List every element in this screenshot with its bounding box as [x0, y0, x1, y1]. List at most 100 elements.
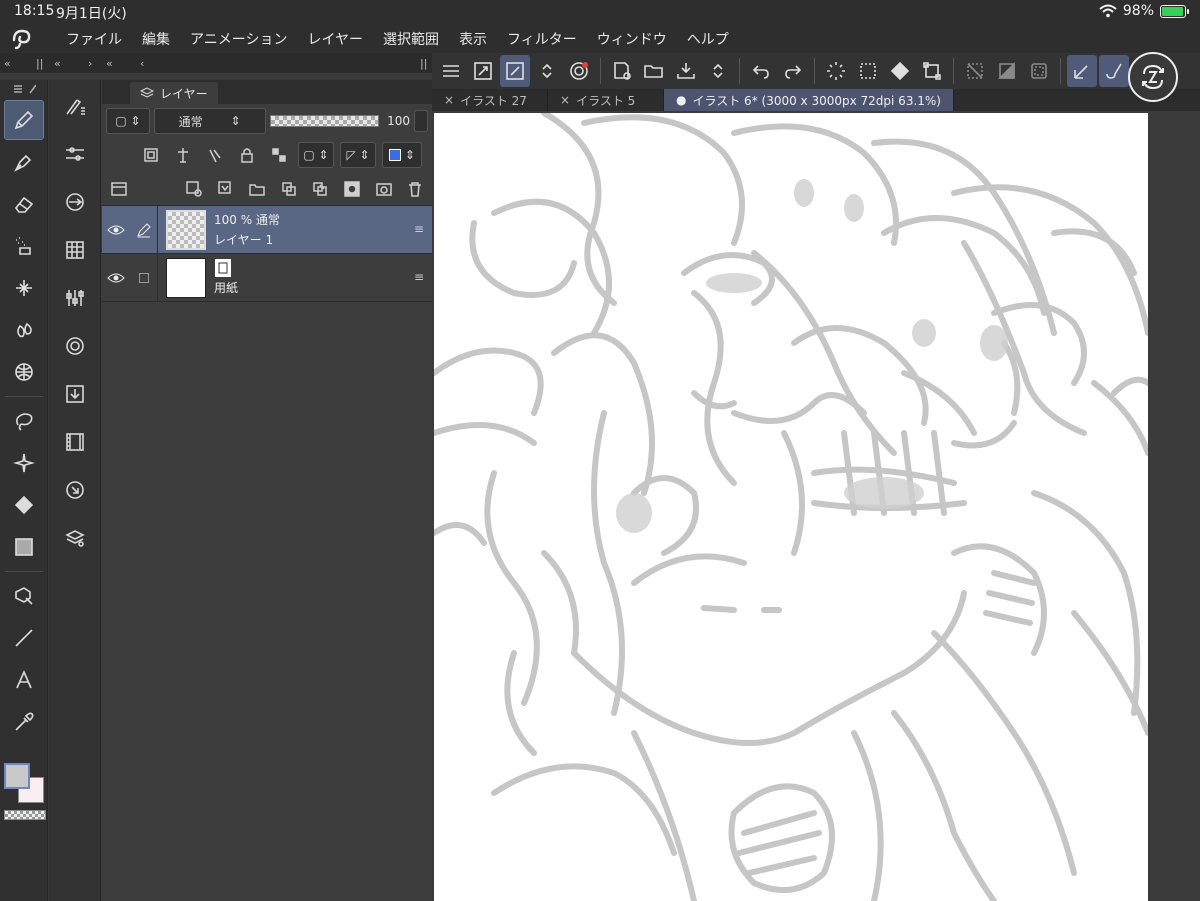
main-color-swatch[interactable]	[4, 763, 30, 789]
layer-row[interactable]: 用紙 ≡	[102, 253, 432, 302]
eye-icon[interactable]	[102, 272, 130, 284]
layer-row[interactable]: 100 % 通常 レイヤー 1 ≡	[102, 205, 432, 254]
transfer-down-icon[interactable]	[276, 176, 302, 202]
menu-edit[interactable]: 編集	[132, 29, 180, 49]
color-set-icon[interactable]	[55, 180, 95, 224]
layer-color-select[interactable]: ▢ ⇕	[106, 108, 150, 134]
tab-layer[interactable]: レイヤー	[130, 82, 218, 104]
new-canvas-icon[interactable]	[607, 55, 637, 87]
menu-file[interactable]: ファイル	[56, 29, 132, 49]
delete-layer-icon[interactable]	[402, 176, 428, 202]
select-all-icon[interactable]	[853, 55, 883, 87]
new-raster-layer-icon[interactable]	[181, 176, 207, 202]
transparent-color-swatch[interactable]	[4, 810, 46, 820]
expand-selection-icon[interactable]	[1024, 55, 1054, 87]
draft-layer-icon[interactable]	[202, 142, 228, 168]
layer-property-icon[interactable]	[55, 516, 95, 560]
deselect-icon[interactable]	[960, 55, 990, 87]
fountain-pen-tool[interactable]	[4, 142, 44, 182]
loading-icon[interactable]	[821, 55, 851, 87]
layer-menu-handle-icon[interactable]: ≡	[414, 222, 424, 236]
decoration-tool[interactable]	[4, 268, 44, 308]
brush-settings-icon[interactable]	[55, 84, 95, 128]
chevron-updown-icon[interactable]	[703, 55, 733, 87]
layer-menu-icon[interactable]	[106, 176, 132, 202]
layer-color-swatch[interactable]: ⇕	[382, 142, 422, 168]
blend-mode-select[interactable]: 通常 ⇕	[153, 108, 266, 134]
open-file-icon[interactable]	[639, 55, 669, 87]
menu-filter[interactable]: フィルター	[497, 29, 587, 49]
opacity-slider[interactable]	[269, 115, 380, 127]
tab-document-2[interactable]: × イラスト 5	[548, 89, 664, 111]
layer-mask-icon[interactable]	[339, 176, 365, 202]
eraser-tool[interactable]	[4, 184, 44, 224]
menu-animation[interactable]: アニメーション	[180, 29, 297, 49]
undo-icon[interactable]	[746, 55, 776, 87]
gradient-tool[interactable]	[4, 527, 44, 567]
layer-checkbox[interactable]	[130, 253, 158, 302]
eye-icon[interactable]	[102, 224, 130, 236]
pen-edit-icon	[130, 205, 158, 254]
text-tool[interactable]	[4, 660, 44, 700]
slider-settings-icon[interactable]	[55, 276, 95, 320]
redo-icon[interactable]	[778, 55, 808, 87]
menu-view[interactable]: 表示	[449, 29, 497, 49]
apply-mask-icon[interactable]	[371, 176, 397, 202]
menu-window[interactable]: ウィンドウ	[587, 29, 677, 49]
line-tool[interactable]	[4, 618, 44, 658]
clip-layer-icon[interactable]	[138, 142, 164, 168]
svg-text:«: «	[106, 57, 113, 70]
menu-layer[interactable]: レイヤー	[297, 29, 373, 49]
mask-select[interactable]: ▢ ⇕	[298, 142, 334, 168]
transform-icon[interactable]	[917, 55, 947, 87]
eyedropper-tool[interactable]	[4, 702, 44, 742]
color-palette-icon[interactable]	[55, 228, 95, 272]
reference-layer-icon[interactable]	[170, 142, 196, 168]
modified-dot-icon: ●	[676, 93, 687, 107]
timeline-icon[interactable]	[55, 420, 95, 464]
merge-down-icon[interactable]	[308, 176, 334, 202]
tool-property-icon[interactable]	[55, 132, 95, 176]
invert-selection-icon[interactable]	[992, 55, 1022, 87]
save-icon[interactable]	[671, 55, 701, 87]
new-vector-layer-icon[interactable]	[213, 176, 239, 202]
menu-icon[interactable]	[436, 55, 466, 87]
brush-settings-icon[interactable]	[1099, 55, 1129, 87]
layers-icon	[140, 87, 154, 98]
opacity-stepper[interactable]	[414, 110, 428, 132]
import-icon[interactable]	[55, 372, 95, 416]
chevron-updown-icon[interactable]	[532, 55, 562, 87]
fill-bucket-icon[interactable]	[885, 55, 915, 87]
app-logo-icon[interactable]	[0, 28, 44, 50]
snap-icon[interactable]	[500, 55, 530, 87]
fill-tool[interactable]	[4, 485, 44, 525]
snap-ruler-icon[interactable]	[1067, 55, 1097, 87]
auto-select-tool[interactable]	[4, 443, 44, 483]
status-date: 9月1日(火)	[56, 6, 127, 22]
color-mixing-icon[interactable]	[564, 55, 594, 87]
drawing-canvas[interactable]	[434, 113, 1148, 901]
lock-transparent-icon[interactable]	[266, 142, 292, 168]
menu-help[interactable]: ヘルプ	[677, 29, 739, 49]
layer-menu-handle-icon[interactable]: ≡	[414, 270, 424, 284]
quick-access-icon[interactable]	[55, 468, 95, 512]
rotate-view-button[interactable]	[1128, 52, 1178, 102]
close-icon[interactable]: ×	[444, 93, 454, 107]
pen-tool[interactable]	[4, 100, 44, 140]
lasso-tool[interactable]	[4, 401, 44, 441]
checkbox-square-icon	[138, 272, 149, 283]
perspective-ruler-tool[interactable]	[4, 352, 44, 392]
new-folder-icon[interactable]	[244, 176, 270, 202]
navigator-icon[interactable]	[55, 324, 95, 368]
lock-icon[interactable]	[234, 142, 260, 168]
blend-tool[interactable]	[4, 310, 44, 350]
object-tool[interactable]	[4, 576, 44, 616]
tab-document-3[interactable]: ● イラスト 6* (3000 x 3000px 72dpi 63.1%)	[664, 89, 954, 111]
close-icon[interactable]: ×	[560, 93, 570, 107]
ruler-select[interactable]: ◸ ⇕	[340, 142, 376, 168]
airbrush-tool[interactable]	[4, 226, 44, 266]
opacity-value[interactable]: 100	[387, 114, 410, 128]
tab-document-1[interactable]: × イラスト 27	[432, 89, 548, 111]
menu-selection[interactable]: 選択範囲	[373, 29, 449, 49]
fit-canvas-icon[interactable]	[468, 55, 498, 87]
